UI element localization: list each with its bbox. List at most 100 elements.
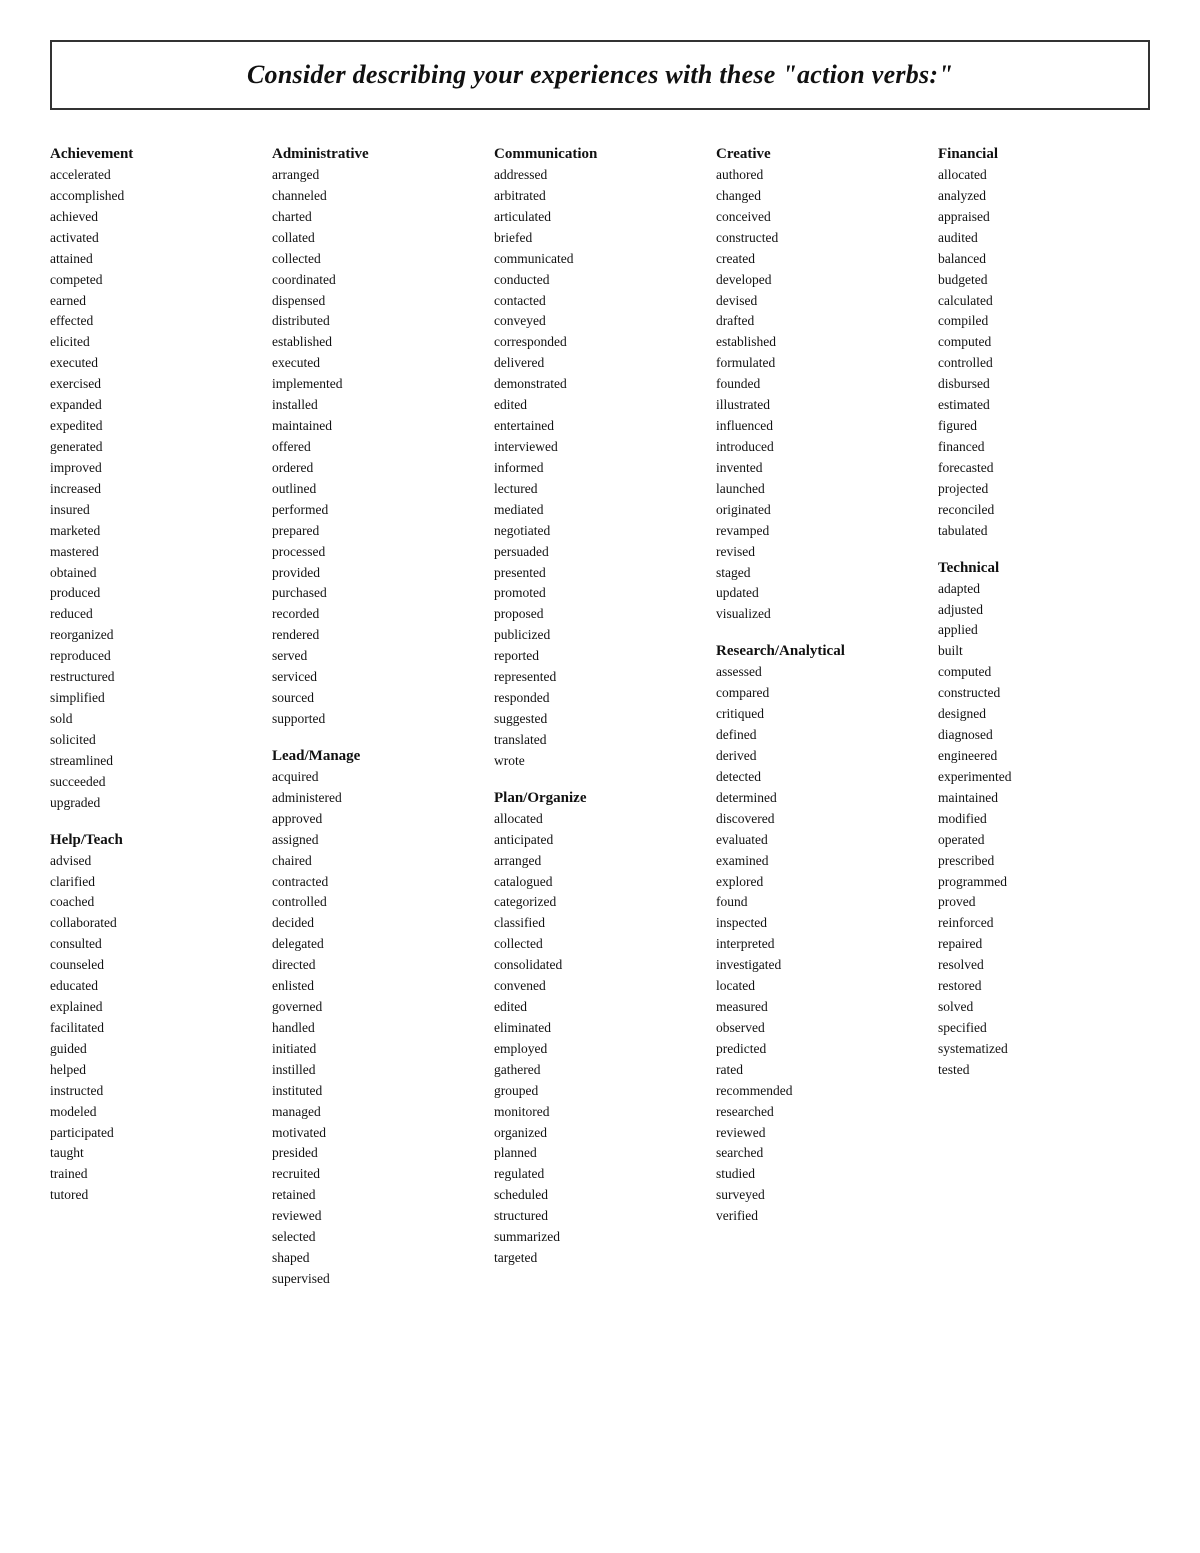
word-item: audited	[938, 228, 1150, 249]
word-item: built	[938, 641, 1150, 662]
word-item: prescribed	[938, 851, 1150, 872]
word-item: guided	[50, 1039, 262, 1060]
word-item: conveyed	[494, 311, 706, 332]
word-item: offered	[272, 437, 484, 458]
word-item: formulated	[716, 353, 928, 374]
word-item: outlined	[272, 479, 484, 500]
word-item: evaluated	[716, 830, 928, 851]
word-item: presided	[272, 1143, 484, 1164]
word-item: constructed	[938, 683, 1150, 704]
word-item: sourced	[272, 688, 484, 709]
word-item: executed	[272, 353, 484, 374]
word-item: founded	[716, 374, 928, 395]
word-item: repaired	[938, 934, 1150, 955]
word-item: estimated	[938, 395, 1150, 416]
word-item: coordinated	[272, 270, 484, 291]
word-item: decided	[272, 913, 484, 934]
word-item: streamlined	[50, 751, 262, 772]
word-item: accomplished	[50, 186, 262, 207]
word-item: appraised	[938, 207, 1150, 228]
word-item: rendered	[272, 625, 484, 646]
word-item: mastered	[50, 542, 262, 563]
category-title-communication: Communication	[494, 146, 706, 163]
category-title-administrative: Administrative	[272, 146, 484, 163]
word-item: rated	[716, 1060, 928, 1081]
word-item: installed	[272, 395, 484, 416]
word-item: planned	[494, 1143, 706, 1164]
word-item: performed	[272, 500, 484, 521]
word-item: discovered	[716, 809, 928, 830]
word-item: drafted	[716, 311, 928, 332]
word-item: consolidated	[494, 955, 706, 976]
word-item: instituted	[272, 1081, 484, 1102]
word-item: examined	[716, 851, 928, 872]
word-item: observed	[716, 1018, 928, 1039]
word-item: controlled	[938, 353, 1150, 374]
word-item: forecasted	[938, 458, 1150, 479]
word-item: clarified	[50, 872, 262, 893]
word-item: interpreted	[716, 934, 928, 955]
word-item: inspected	[716, 913, 928, 934]
word-item: accelerated	[50, 165, 262, 186]
word-item: reduced	[50, 604, 262, 625]
category-title-lead-manage: Lead/Manage	[272, 748, 484, 765]
word-item: investigated	[716, 955, 928, 976]
word-item: allocated	[494, 809, 706, 830]
word-item: directed	[272, 955, 484, 976]
word-item: measured	[716, 997, 928, 1018]
page-title: Consider describing your experiences wit…	[82, 60, 1118, 90]
word-item: reproduced	[50, 646, 262, 667]
word-item: lectured	[494, 479, 706, 500]
word-item: recorded	[272, 604, 484, 625]
word-item: researched	[716, 1102, 928, 1123]
word-item: wrote	[494, 751, 706, 772]
word-item: represented	[494, 667, 706, 688]
word-item: exercised	[50, 374, 262, 395]
word-item: served	[272, 646, 484, 667]
word-item: established	[272, 332, 484, 353]
word-item: programmed	[938, 872, 1150, 893]
word-item: coached	[50, 892, 262, 913]
category-title-technical: Technical	[938, 560, 1150, 577]
word-item: conducted	[494, 270, 706, 291]
word-item: created	[716, 249, 928, 270]
word-item: succeeded	[50, 772, 262, 793]
category-title-achievement: Achievement	[50, 146, 262, 163]
word-item: budgeted	[938, 270, 1150, 291]
word-item: persuaded	[494, 542, 706, 563]
word-item: taught	[50, 1143, 262, 1164]
word-item: predicted	[716, 1039, 928, 1060]
word-item: motivated	[272, 1123, 484, 1144]
word-item: studied	[716, 1164, 928, 1185]
word-item: recommended	[716, 1081, 928, 1102]
word-item: reconciled	[938, 500, 1150, 521]
word-item: contacted	[494, 291, 706, 312]
word-item: introduced	[716, 437, 928, 458]
word-item: gathered	[494, 1060, 706, 1081]
word-item: designed	[938, 704, 1150, 725]
word-item: monitored	[494, 1102, 706, 1123]
word-item: tested	[938, 1060, 1150, 1081]
word-item: supported	[272, 709, 484, 730]
word-item: developed	[716, 270, 928, 291]
column-communication: Communicationaddressedarbitratedarticula…	[494, 146, 706, 1269]
word-item: employed	[494, 1039, 706, 1060]
word-item: achieved	[50, 207, 262, 228]
word-item: devised	[716, 291, 928, 312]
word-item: facilitated	[50, 1018, 262, 1039]
word-item: produced	[50, 583, 262, 604]
word-item: revised	[716, 542, 928, 563]
word-item: regulated	[494, 1164, 706, 1185]
word-item: purchased	[272, 583, 484, 604]
word-item: executed	[50, 353, 262, 374]
word-item: calculated	[938, 291, 1150, 312]
word-item: adapted	[938, 579, 1150, 600]
word-item: edited	[494, 395, 706, 416]
word-item: resolved	[938, 955, 1150, 976]
word-item: reviewed	[716, 1123, 928, 1144]
word-item: consulted	[50, 934, 262, 955]
word-item: compiled	[938, 311, 1150, 332]
word-item: compared	[716, 683, 928, 704]
word-item: generated	[50, 437, 262, 458]
word-item: conceived	[716, 207, 928, 228]
